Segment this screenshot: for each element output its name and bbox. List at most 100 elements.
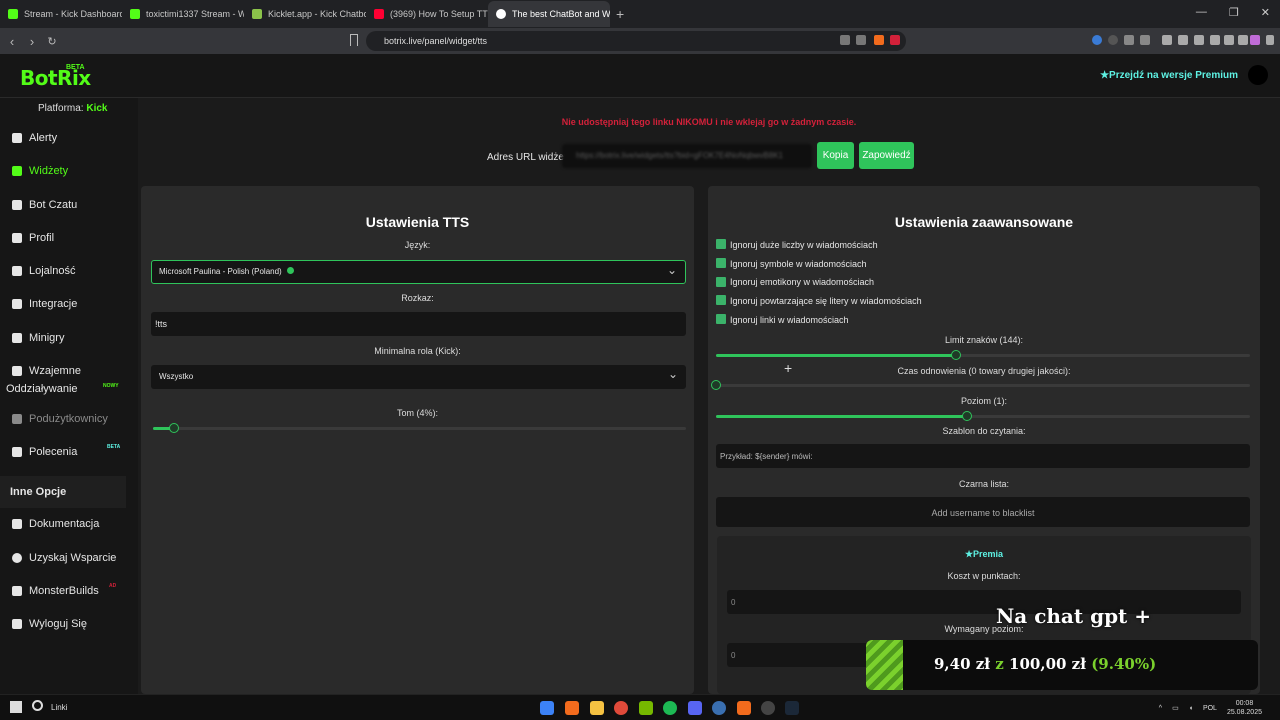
volume-icon[interactable]: ◖	[1189, 705, 1193, 712]
translate-icon[interactable]	[840, 35, 850, 45]
chevron-up-icon[interactable]: ^	[1159, 705, 1162, 712]
sidebar-item-logout[interactable]: Wyloguj Się	[12, 618, 87, 630]
share-icon[interactable]	[856, 35, 866, 45]
back-icon[interactable]: ‹	[4, 34, 20, 49]
sidebar-item-monsterbuilds[interactable]: MonsterBuilds	[12, 585, 99, 597]
checkbox-ignore-links[interactable]	[716, 314, 726, 324]
brave-rewards-icon[interactable]	[890, 35, 900, 45]
browser-tab-bar: Stream - Kick Dashboard× toxictimi1337 S…	[0, 0, 1280, 28]
taskbar-search-label[interactable]: Linki	[51, 703, 67, 712]
sidebar-icon[interactable]	[1194, 35, 1204, 45]
steam-icon[interactable]	[785, 701, 799, 715]
sidebar-item-interactions[interactable]: Wzajemne	[12, 365, 81, 377]
discord-icon[interactable]	[688, 701, 702, 715]
extension-icon[interactable]	[1224, 35, 1234, 45]
maximize-icon[interactable]: ❐	[1229, 6, 1239, 19]
taskbar-app-icon[interactable]	[712, 701, 726, 715]
music-icon[interactable]	[1178, 35, 1188, 45]
sidebar-item-commands[interactable]: Polecenia	[12, 446, 77, 458]
clock[interactable]: 00:08 25.08.2025	[1227, 699, 1262, 717]
extension-icon[interactable]	[1140, 35, 1150, 45]
premium-title: ★Premia	[964, 549, 1004, 559]
file-explorer-icon[interactable]	[590, 701, 604, 715]
new-tab-button[interactable]: +	[616, 6, 624, 22]
sidebar-item-alerts[interactable]: Alerty	[12, 132, 57, 144]
window-controls: — ❐ ✕	[1196, 6, 1270, 19]
cooldown-slider-handle[interactable]	[711, 380, 721, 390]
min-role-select[interactable]: Wszystko	[151, 365, 686, 389]
browser-tab[interactable]: Kicklet.app - Kick Chatbot and Overl×	[244, 1, 366, 27]
sidebar-item-integrations[interactable]: Integracje	[12, 298, 77, 310]
sidebar-item-chat-bot[interactable]: Bot Czatu	[12, 199, 77, 211]
forward-icon[interactable]: ›	[24, 34, 40, 49]
sidebar-item-support[interactable]: Uzyskaj Wsparcie	[12, 552, 116, 564]
windows-start-icon[interactable]	[10, 701, 22, 713]
close-window-icon[interactable]: ✕	[1261, 6, 1270, 19]
taskbar-app-icon[interactable]	[540, 701, 554, 715]
command-label: Rozkaz:	[401, 293, 434, 303]
vpn-icon[interactable]	[1238, 35, 1248, 45]
checkbox-ignore-emotes[interactable]	[716, 277, 726, 287]
sidebar-item-subusers[interactable]: Podużytkownicy	[12, 413, 108, 425]
volume-slider[interactable]	[153, 423, 686, 433]
section-other-options: Inne Opcje	[0, 476, 126, 508]
preview-button[interactable]: Zapowiedź	[859, 142, 914, 169]
nvidia-icon[interactable]	[639, 701, 653, 715]
sidebar-item-loyalty[interactable]: Lojalność	[12, 265, 75, 277]
checkbox-label: Ignoruj symbole w wiadomościach	[730, 259, 867, 269]
cost-input[interactable]: 0	[727, 590, 1241, 614]
obs-icon[interactable]	[761, 701, 775, 715]
extension-icon[interactable]	[1250, 35, 1260, 45]
advanced-settings-title: Ustawienia zaawansowane	[894, 214, 1074, 230]
volume-slider-handle[interactable]	[169, 423, 180, 433]
widget-url-field[interactable]: https://botrix.live/widgets/tts?bid=gFOK…	[562, 144, 812, 168]
brave-active-icon[interactable]	[737, 701, 751, 715]
char-limit-slider-handle[interactable]	[951, 350, 962, 360]
sidebar-item-widgets[interactable]: Widżety	[12, 165, 68, 177]
brave-icon[interactable]	[565, 701, 579, 715]
extension-icon[interactable]	[1092, 35, 1102, 45]
extension-icon[interactable]	[1108, 35, 1118, 45]
level-slider[interactable]	[716, 411, 1250, 421]
extension-icon[interactable]	[1210, 35, 1220, 45]
sidebar-item-minigames[interactable]: Minigry	[12, 332, 64, 344]
language-select[interactable]: Microsoft Paulina - Polish (Poland)	[151, 260, 686, 284]
browser-tab[interactable]: Stream - Kick Dashboard×	[0, 1, 122, 27]
command-input[interactable]: !tts	[151, 312, 686, 336]
sidebar-item-profile[interactable]: Profil	[12, 232, 54, 244]
bookmark-icon[interactable]	[350, 34, 358, 46]
premium-link[interactable]: ★Przejdź na wersje Premium	[1100, 70, 1238, 81]
checkbox-ignore-big-numbers[interactable]	[716, 239, 726, 249]
extension-icon[interactable]	[1124, 35, 1134, 45]
reload-icon[interactable]: ↻	[44, 35, 60, 48]
char-limit-slider[interactable]	[716, 350, 1250, 360]
spotify-icon[interactable]	[663, 701, 677, 715]
brave-shield-icon[interactable]	[874, 35, 884, 45]
network-icon[interactable]: ▭	[1172, 704, 1179, 712]
level-slider-handle[interactable]	[961, 411, 972, 421]
copy-button[interactable]: Kopia	[817, 142, 854, 169]
cost-label: Koszt w punktach:	[947, 571, 1021, 581]
checkbox-ignore-repeated-letters[interactable]	[716, 295, 726, 305]
donation-goal-bar: 9,40 zł z 100,00 zł (9.40%)	[866, 640, 1258, 690]
template-input[interactable]: Przykład: ${sender} mówi:	[716, 444, 1250, 468]
lang-indicator[interactable]: POL	[1203, 705, 1217, 712]
cooldown-label: Czas odnowienia (0 towary drugiej jakośc…	[897, 366, 1071, 376]
url-field[interactable]: botrix.live/panel/widget/tts	[366, 31, 906, 51]
browser-tab[interactable]: (3969) How To Setup TTS On Kick (Fr×	[366, 1, 488, 27]
browser-tab[interactable]: toxictimi1337 Stream - Watch Live o×	[122, 1, 244, 27]
search-icon[interactable]	[32, 700, 43, 711]
required-level-label: Wymagany poziom:	[944, 624, 1024, 634]
avatar[interactable]	[1248, 65, 1268, 85]
blacklist-input[interactable]: Add username to blacklist	[716, 497, 1250, 527]
checkbox-ignore-symbols[interactable]	[716, 258, 726, 268]
minimize-icon[interactable]: —	[1196, 6, 1207, 19]
browser-tab-active[interactable]: The best ChatBot and Widgets fo×	[488, 1, 610, 27]
menu-icon[interactable]	[1266, 35, 1274, 45]
sidebar-item-documentation[interactable]: Dokumentacja	[12, 518, 99, 530]
music-note-icon	[12, 366, 22, 376]
download-icon[interactable]	[1162, 35, 1172, 45]
chrome-icon[interactable]	[614, 701, 628, 715]
beta-badge: BETA	[107, 444, 121, 450]
cooldown-slider[interactable]	[711, 380, 1250, 390]
